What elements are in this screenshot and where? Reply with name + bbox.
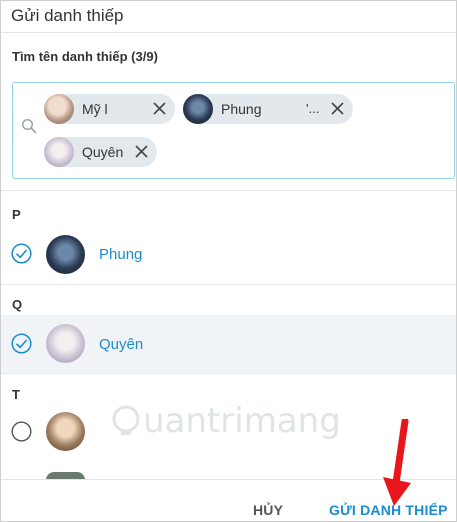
contact-name: Phung xyxy=(99,246,143,263)
avatar xyxy=(46,235,85,274)
checked-icon[interactable] xyxy=(11,243,32,264)
section-letter-q: Q xyxy=(12,297,23,312)
avatar xyxy=(183,94,213,124)
watermark: uantrimang xyxy=(109,401,341,441)
close-icon[interactable] xyxy=(152,101,167,116)
checked-icon[interactable] xyxy=(11,333,32,354)
section-letter-p: P xyxy=(12,207,21,222)
chip-my: Mỹ l xyxy=(44,94,175,124)
lightbulb-icon xyxy=(112,405,140,435)
contact-row-phung[interactable]: Phung xyxy=(1,225,456,283)
contact-row-quyen[interactable]: Quyên xyxy=(1,315,456,373)
avatar xyxy=(46,412,85,451)
chip-name: Mỹ l xyxy=(82,101,108,117)
chip-name: Phung xyxy=(221,101,262,117)
chip-quyen: Quyên xyxy=(44,137,157,167)
section-divider xyxy=(1,190,456,191)
annotation-arrow-icon xyxy=(383,419,411,506)
chip-name: Quyên xyxy=(82,144,124,160)
avatar xyxy=(44,94,74,124)
section-divider xyxy=(1,284,456,285)
contact-picker-input[interactable]: Mỹ l Phung '... Quyên xyxy=(12,82,455,179)
chip-phung: Phung '... xyxy=(183,94,353,124)
chip-name-trail: '... xyxy=(306,101,320,116)
send-card-dialog: Gửi danh thiếp Tìm tên danh thiếp (3/9) … xyxy=(0,0,457,522)
watermark-text: uantrimang xyxy=(143,401,341,441)
close-icon[interactable] xyxy=(330,101,345,116)
contact-name: Quyên xyxy=(99,336,144,353)
section-divider xyxy=(1,373,456,374)
section-letter-t: T xyxy=(12,387,20,402)
avatar xyxy=(46,324,85,363)
unchecked-circle-icon[interactable] xyxy=(11,421,32,442)
cancel-button[interactable]: HỦY xyxy=(253,502,283,518)
search-field-label: Tìm tên danh thiếp (3/9) xyxy=(12,49,158,64)
dialog-title: Gửi danh thiếp xyxy=(11,6,124,25)
close-icon[interactable] xyxy=(134,144,149,159)
title-divider xyxy=(1,32,456,33)
search-icon xyxy=(21,118,37,134)
avatar xyxy=(44,137,74,167)
